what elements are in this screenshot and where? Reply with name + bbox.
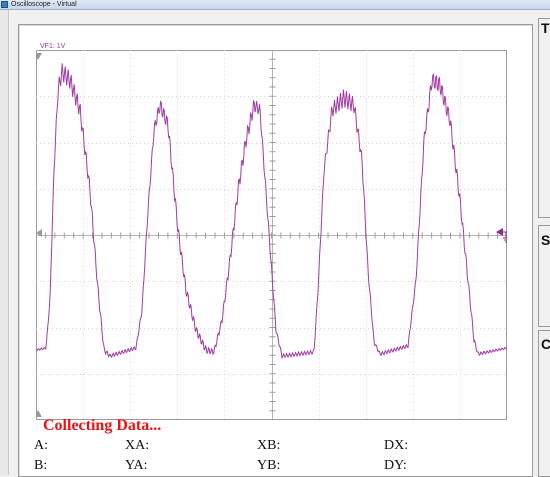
readout-a-label: A: (34, 438, 48, 453)
scope-grid (36, 50, 507, 420)
side-panel-bottom-label: C (541, 336, 550, 352)
readout-yb-label: YB: (257, 458, 281, 473)
app-icon (1, 1, 8, 8)
scope-display[interactable] (36, 50, 507, 420)
channel-trace (36, 63, 507, 360)
side-panel-top[interactable] (538, 18, 550, 218)
readout-dy-label: DY: (384, 458, 407, 473)
readout-b-label: B: (34, 458, 48, 473)
readout-ya-label: YA: (125, 458, 148, 473)
readout-xb-label: XB: (257, 438, 281, 453)
side-panel-top-label: T (541, 20, 550, 36)
title-bar: Oscilloscope - Virtual (0, 0, 550, 10)
window-title: Oscilloscope - Virtual (11, 1, 77, 8)
readout-dx-label: DX: (384, 438, 409, 453)
side-panel-middle-label: S (541, 232, 550, 248)
readout-xa-label: XA: (125, 438, 150, 453)
scope-screen[interactable] (36, 50, 507, 420)
left-frame (0, 10, 9, 475)
status-text: Collecting Data... (43, 417, 162, 434)
side-panel-bottom[interactable] (538, 330, 550, 477)
